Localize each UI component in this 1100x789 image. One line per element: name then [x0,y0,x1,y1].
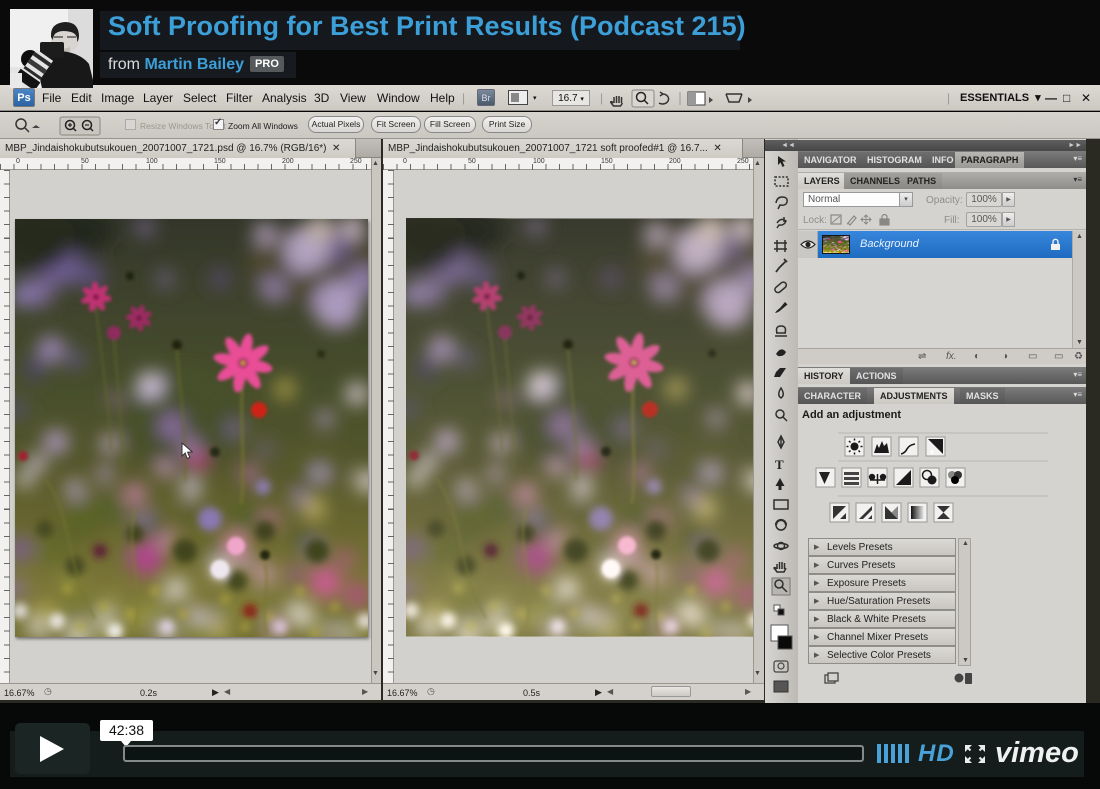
svg-text:T: T [775,457,784,472]
